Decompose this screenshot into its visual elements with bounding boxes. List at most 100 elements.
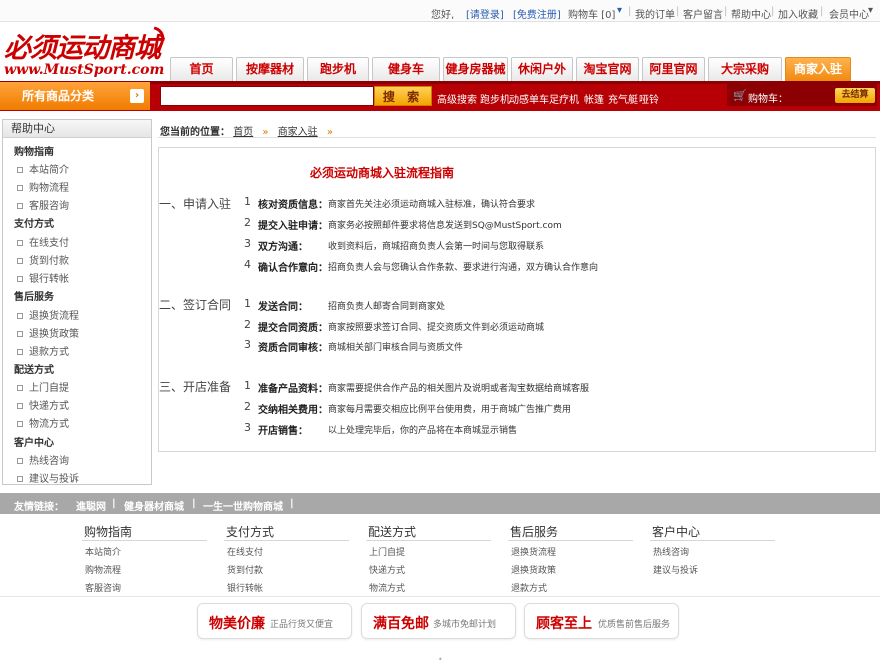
add-favorite-link[interactable]: 加入收藏 [778,6,818,21]
bullet-icon [17,349,23,355]
logo-url[interactable]: www.MustSport.com [4,62,164,78]
advanced-search-link[interactable]: 高级搜索 [437,91,477,106]
hot-link-tent[interactable]: 帐篷 [584,91,604,106]
sidebar-item[interactable]: 货到付款 [17,252,69,267]
footer-link[interactable]: 物流方式 [369,581,405,594]
step-text: 以上处理完毕后，你的产品将在本商城显示销售 [328,426,518,436]
checkout-button[interactable]: 去结算 [835,88,875,103]
friend-link[interactable]: 健身器材商城 [124,498,184,513]
bullet-icon [17,203,23,209]
step-number: 3 [244,338,251,351]
nav-tab-massage[interactable]: 按摩器材 [236,57,304,81]
step-label: 发送合同： [258,302,308,313]
sidebar-item[interactable]: 退换货流程 [17,307,79,322]
hot-link-inflatable-boat[interactable]: 充气艇 [608,91,638,106]
footer-link[interactable]: 货到付款 [227,563,263,576]
footer-column-title: 配送方式 [368,525,417,539]
sidebar-item[interactable]: 热线咨询 [17,452,69,467]
footer-link[interactable]: 建议与投诉 [653,563,698,576]
footer-link[interactable]: 退换货流程 [511,545,556,558]
nav-tab-gym-equipment[interactable]: 健身房器械 [443,57,508,81]
login-link[interactable]: [请登录] [466,6,504,21]
footer-link[interactable]: 热线咨询 [653,545,689,558]
footer-column-title: 支付方式 [226,525,275,539]
footer-link[interactable]: 退换货政策 [511,563,556,576]
sidebar-item[interactable]: 购物流程 [17,179,69,194]
sidebar-item[interactable]: 上门自提 [17,379,69,394]
bullet-icon [17,185,23,191]
sidebar-item[interactable]: 建议与投诉 [17,470,79,485]
bullet-icon [17,403,23,409]
nav-tab-treadmill[interactable]: 跑步机 [307,57,369,81]
divider: | [724,6,728,17]
sidebar-group-title: 购物指南 [14,147,54,158]
register-link[interactable]: [免费注册] [513,6,561,21]
nav-tab-exercise-bike[interactable]: 健身车 [372,57,440,81]
sidebar-item[interactable]: 在线支付 [17,234,69,249]
friend-link[interactable]: 一生一世购物商城 [203,498,283,513]
member-dropdown-icon[interactable]: ▾ [868,5,873,16]
cart-link[interactable]: 购物车 [0] [568,6,615,21]
member-center-link[interactable]: 会员中心 [829,6,869,21]
footer-column-title: 购物指南 [84,525,133,539]
divider [0,596,880,597]
chevron-right-icon[interactable]: › [130,89,144,103]
sidebar-item[interactable]: 客服咨询 [17,197,69,212]
my-orders-link[interactable]: 我的订单 [635,6,675,21]
footer-link[interactable]: 在线支付 [227,545,263,558]
footer-link[interactable]: 上门自提 [369,545,405,558]
footer-link[interactable]: 银行转帐 [227,581,263,594]
search-input[interactable] [160,86,374,106]
badge-title: 满百免邮 [373,616,429,632]
friend-link[interactable]: 進聪网 [76,498,106,513]
nav-tab-home[interactable]: 首页 [170,57,233,81]
step-number: 3 [244,421,251,434]
footer-link[interactable]: 客服咨询 [85,581,121,594]
step-number: 4 [244,258,251,271]
bullet-icon [17,476,23,482]
sidebar-item[interactable]: 银行转帐 [17,270,69,285]
nav-tab-alibaba[interactable]: 阿里官网 [642,57,705,81]
sidebar-item[interactable]: 快递方式 [17,397,69,412]
divider: | [628,6,632,17]
footer-link[interactable]: 快递方式 [369,563,405,576]
divider [82,540,207,541]
hot-link-treadmill[interactable]: 跑步机 [480,91,510,106]
nav-tab-taobao[interactable]: 淘宝官网 [576,57,639,81]
search-button[interactable]: 搜 索 [374,86,432,106]
nav-tab-bulk-purchase[interactable]: 大宗采购 [708,57,782,81]
bullet-icon [17,458,23,464]
bullet-icon [17,421,23,427]
bullet-icon [17,385,23,391]
sidebar-item[interactable]: 退款方式 [17,343,69,358]
step-text: 商家每月需要交相应比例平台使用费，用于商城广告推广费用 [328,405,572,415]
step-number: 1 [244,195,251,208]
friend-links-label: 友情链接： [14,502,64,513]
section-title: 三、开店准备 [159,380,232,394]
step-text: 商家首先关注必须运动商城入驻标准，确认符合要求 [328,200,536,210]
step-text: 商家务必按照邮件要求将信息发送到SQ@MustSport.com [328,221,562,231]
footer-link[interactable]: 本站简介 [85,545,121,558]
step-number: 2 [244,216,251,229]
divider [224,540,349,541]
help-center-link[interactable]: 帮助中心 [731,6,771,21]
sidebar-item[interactable]: 本站简介 [17,161,69,176]
step-text: 商家需要提供合作产品的相关图片及说明或者淘宝数据给商城客服 [328,384,590,394]
footer-link[interactable]: 退款方式 [511,581,547,594]
hot-link-foot-massager[interactable]: 足疗机 [549,91,579,106]
shopping-cart-icon[interactable]: 🛒 [733,89,747,102]
nav-tab-merchant-join[interactable]: 商家入驻 [785,57,851,81]
hot-link-dumbbell[interactable]: 哑铃 [639,91,659,106]
hot-link-spin-bike[interactable]: 动感单车 [509,91,549,106]
nav-tab-outdoor[interactable]: 休闲户外 [511,57,573,81]
divider [508,540,633,541]
footer-link[interactable]: 购物流程 [85,563,121,576]
logo-text[interactable]: 必须运动商城 [4,26,161,65]
cart-dropdown-icon[interactable]: ▾ [617,5,622,16]
sidebar-item[interactable]: 退换货政策 [17,325,79,340]
guestbook-link[interactable]: 客户留言 [683,6,723,21]
step-text: 商家按照要求签订合同、提交资质文件到必须运动商城 [328,323,545,333]
section-title: 二、签订合同 [159,298,232,312]
all-categories-button[interactable]: 所有商品分类 [0,82,150,110]
sidebar-item[interactable]: 物流方式 [17,415,69,430]
